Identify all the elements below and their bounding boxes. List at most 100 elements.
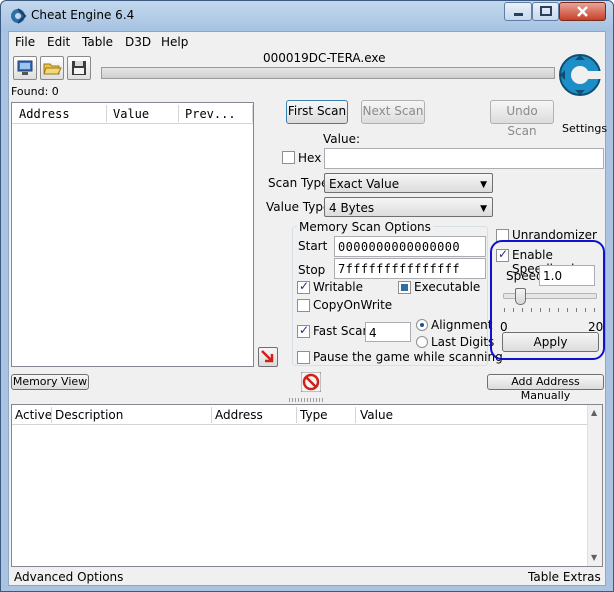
vertical-scrollbar[interactable]: ▲ ▼ — [587, 405, 602, 566]
cheat-engine-icon — [11, 8, 27, 24]
column-divider[interactable] — [355, 407, 356, 423]
value-type-value: 4 Bytes — [329, 201, 375, 215]
stop-address-input[interactable]: 7fffffffffffffff — [334, 258, 486, 279]
column-address[interactable]: Address — [19, 107, 70, 121]
maximize-icon — [540, 6, 552, 16]
app-window: Cheat Engine 6.4 File Edit Table D3D Hel… — [0, 0, 614, 592]
column-divider[interactable] — [106, 105, 107, 122]
fast-scan-alignment-input[interactable]: 4 — [365, 322, 411, 342]
value-type-select[interactable]: 4 Bytes ▼ — [324, 197, 493, 217]
folder-open-icon — [43, 63, 62, 75]
table-extras-label[interactable]: Table Extras — [528, 570, 601, 584]
red-arrow-icon — [261, 350, 274, 363]
last-digits-radio[interactable] — [416, 336, 428, 348]
value-label: Value: — [323, 132, 360, 146]
speed-slider-ticks — [504, 308, 596, 312]
add-to-list-button[interactable] — [258, 347, 278, 367]
panel-splitter-handle[interactable] — [289, 398, 325, 402]
column-divider[interactable] — [178, 105, 179, 122]
next-scan-button[interactable]: Next Scan — [361, 100, 425, 124]
apply-speed-button[interactable]: Apply — [502, 332, 599, 352]
scan-type-value: Exact Value — [329, 177, 400, 191]
writable-label: Writable — [313, 280, 363, 294]
close-icon — [577, 6, 588, 17]
scroll-up-icon[interactable]: ▲ — [591, 408, 597, 417]
writable-checkbox[interactable] — [297, 279, 310, 294]
menu-table[interactable]: Table — [82, 35, 113, 49]
value-type-label: Value Type — [266, 200, 331, 214]
alignment-label: Alignment — [431, 318, 493, 332]
window-title: Cheat Engine 6.4 — [31, 8, 135, 22]
column-type[interactable]: Type — [300, 408, 328, 422]
alignment-radio[interactable] — [416, 319, 428, 331]
found-count: Found: 0 — [11, 85, 59, 98]
column-divider[interactable] — [211, 407, 212, 423]
scan-value-input[interactable] — [324, 148, 604, 169]
undo-scan-button[interactable]: Undo Scan — [490, 100, 554, 138]
minimize-icon — [514, 13, 523, 16]
column-divider[interactable] — [296, 407, 297, 423]
first-scan-button[interactable]: First Scan — [286, 100, 348, 124]
process-name: 000019DC-TERA.exe — [263, 51, 386, 65]
status-footer: Advanced Options Table Extras — [9, 569, 605, 585]
start-address-input[interactable]: 0000000000000000 — [334, 236, 486, 257]
address-list-header: Address Value Prev... — [12, 103, 253, 124]
cheat-table-list[interactable]: Active Description Address Type Value ▲ … — [11, 404, 603, 567]
scan-progress-bar — [101, 67, 555, 79]
open-file-button[interactable] — [40, 56, 64, 80]
menu-bar: File Edit Table D3D Help — [9, 32, 605, 52]
pause-game-label: Pause the game while scanning — [313, 350, 503, 364]
select-process-button[interactable] — [13, 56, 37, 80]
speed-input[interactable]: 1.0 — [539, 265, 595, 286]
menu-d3d[interactable]: D3D — [125, 35, 151, 49]
hex-checkbox[interactable] — [282, 151, 295, 164]
save-button[interactable] — [67, 56, 91, 80]
fast-scan-label: Fast Scan — [313, 324, 371, 338]
advanced-options-label[interactable]: Advanced Options — [14, 570, 123, 584]
cheat-table-header: Active Description Address Type Value — [12, 405, 589, 425]
client-area: File Edit Table D3D Help 000019DC-TERA.e… — [8, 31, 607, 586]
column-value[interactable]: Value — [113, 107, 149, 121]
menu-file[interactable]: File — [15, 35, 35, 49]
fast-scan-checkbox[interactable] — [297, 323, 310, 338]
found-address-list[interactable]: Address Value Prev... — [11, 102, 254, 367]
scan-type-label: Scan Type — [268, 176, 329, 190]
scroll-down-icon[interactable]: ▼ — [591, 553, 597, 562]
stop-label: Stop — [298, 263, 326, 277]
add-address-manually-button[interactable]: Add Address Manually — [487, 374, 604, 402]
minimize-button[interactable] — [504, 2, 532, 21]
memory-scan-options-title: Memory Scan Options — [297, 220, 433, 234]
dropdown-arrow-icon: ▼ — [480, 180, 487, 190]
pause-game-checkbox[interactable] — [297, 351, 310, 364]
column-address[interactable]: Address — [215, 408, 263, 422]
dropdown-arrow-icon: ▼ — [480, 204, 487, 214]
stop-scan-icon[interactable] — [301, 372, 321, 392]
last-digits-label: Last Digits — [431, 335, 495, 349]
speed-label: Speed — [506, 269, 544, 283]
close-button[interactable] — [559, 2, 606, 21]
hex-label: Hex — [298, 151, 322, 165]
memory-view-button[interactable]: Memory View — [11, 374, 89, 390]
executable-label: Executable — [414, 280, 481, 294]
copyonwrite-checkbox[interactable] — [297, 299, 310, 312]
scan-type-select[interactable]: Exact Value ▼ — [324, 173, 493, 193]
settings-label[interactable]: Settings — [562, 122, 607, 135]
menu-help[interactable]: Help — [161, 35, 188, 49]
copyonwrite-label: CopyOnWrite — [313, 298, 393, 312]
speed-slider-thumb[interactable] — [515, 288, 526, 305]
menu-edit[interactable]: Edit — [47, 35, 70, 49]
executable-checkbox[interactable] — [398, 281, 411, 294]
column-active[interactable]: Active — [15, 408, 52, 422]
title-bar[interactable]: Cheat Engine 6.4 — [1, 1, 613, 31]
column-previous[interactable]: Prev... — [185, 107, 236, 121]
maximize-button[interactable] — [532, 2, 559, 21]
start-label: Start — [298, 239, 328, 253]
cheat-engine-logo-icon[interactable] — [557, 52, 603, 98]
column-divider[interactable] — [51, 407, 52, 423]
computer-icon — [17, 60, 33, 75]
column-description[interactable]: Description — [55, 408, 123, 422]
column-value[interactable]: Value — [360, 408, 393, 422]
enable-speedhack-checkbox[interactable] — [496, 247, 509, 262]
floppy-disk-icon — [72, 61, 86, 75]
column-divider[interactable] — [252, 105, 253, 122]
